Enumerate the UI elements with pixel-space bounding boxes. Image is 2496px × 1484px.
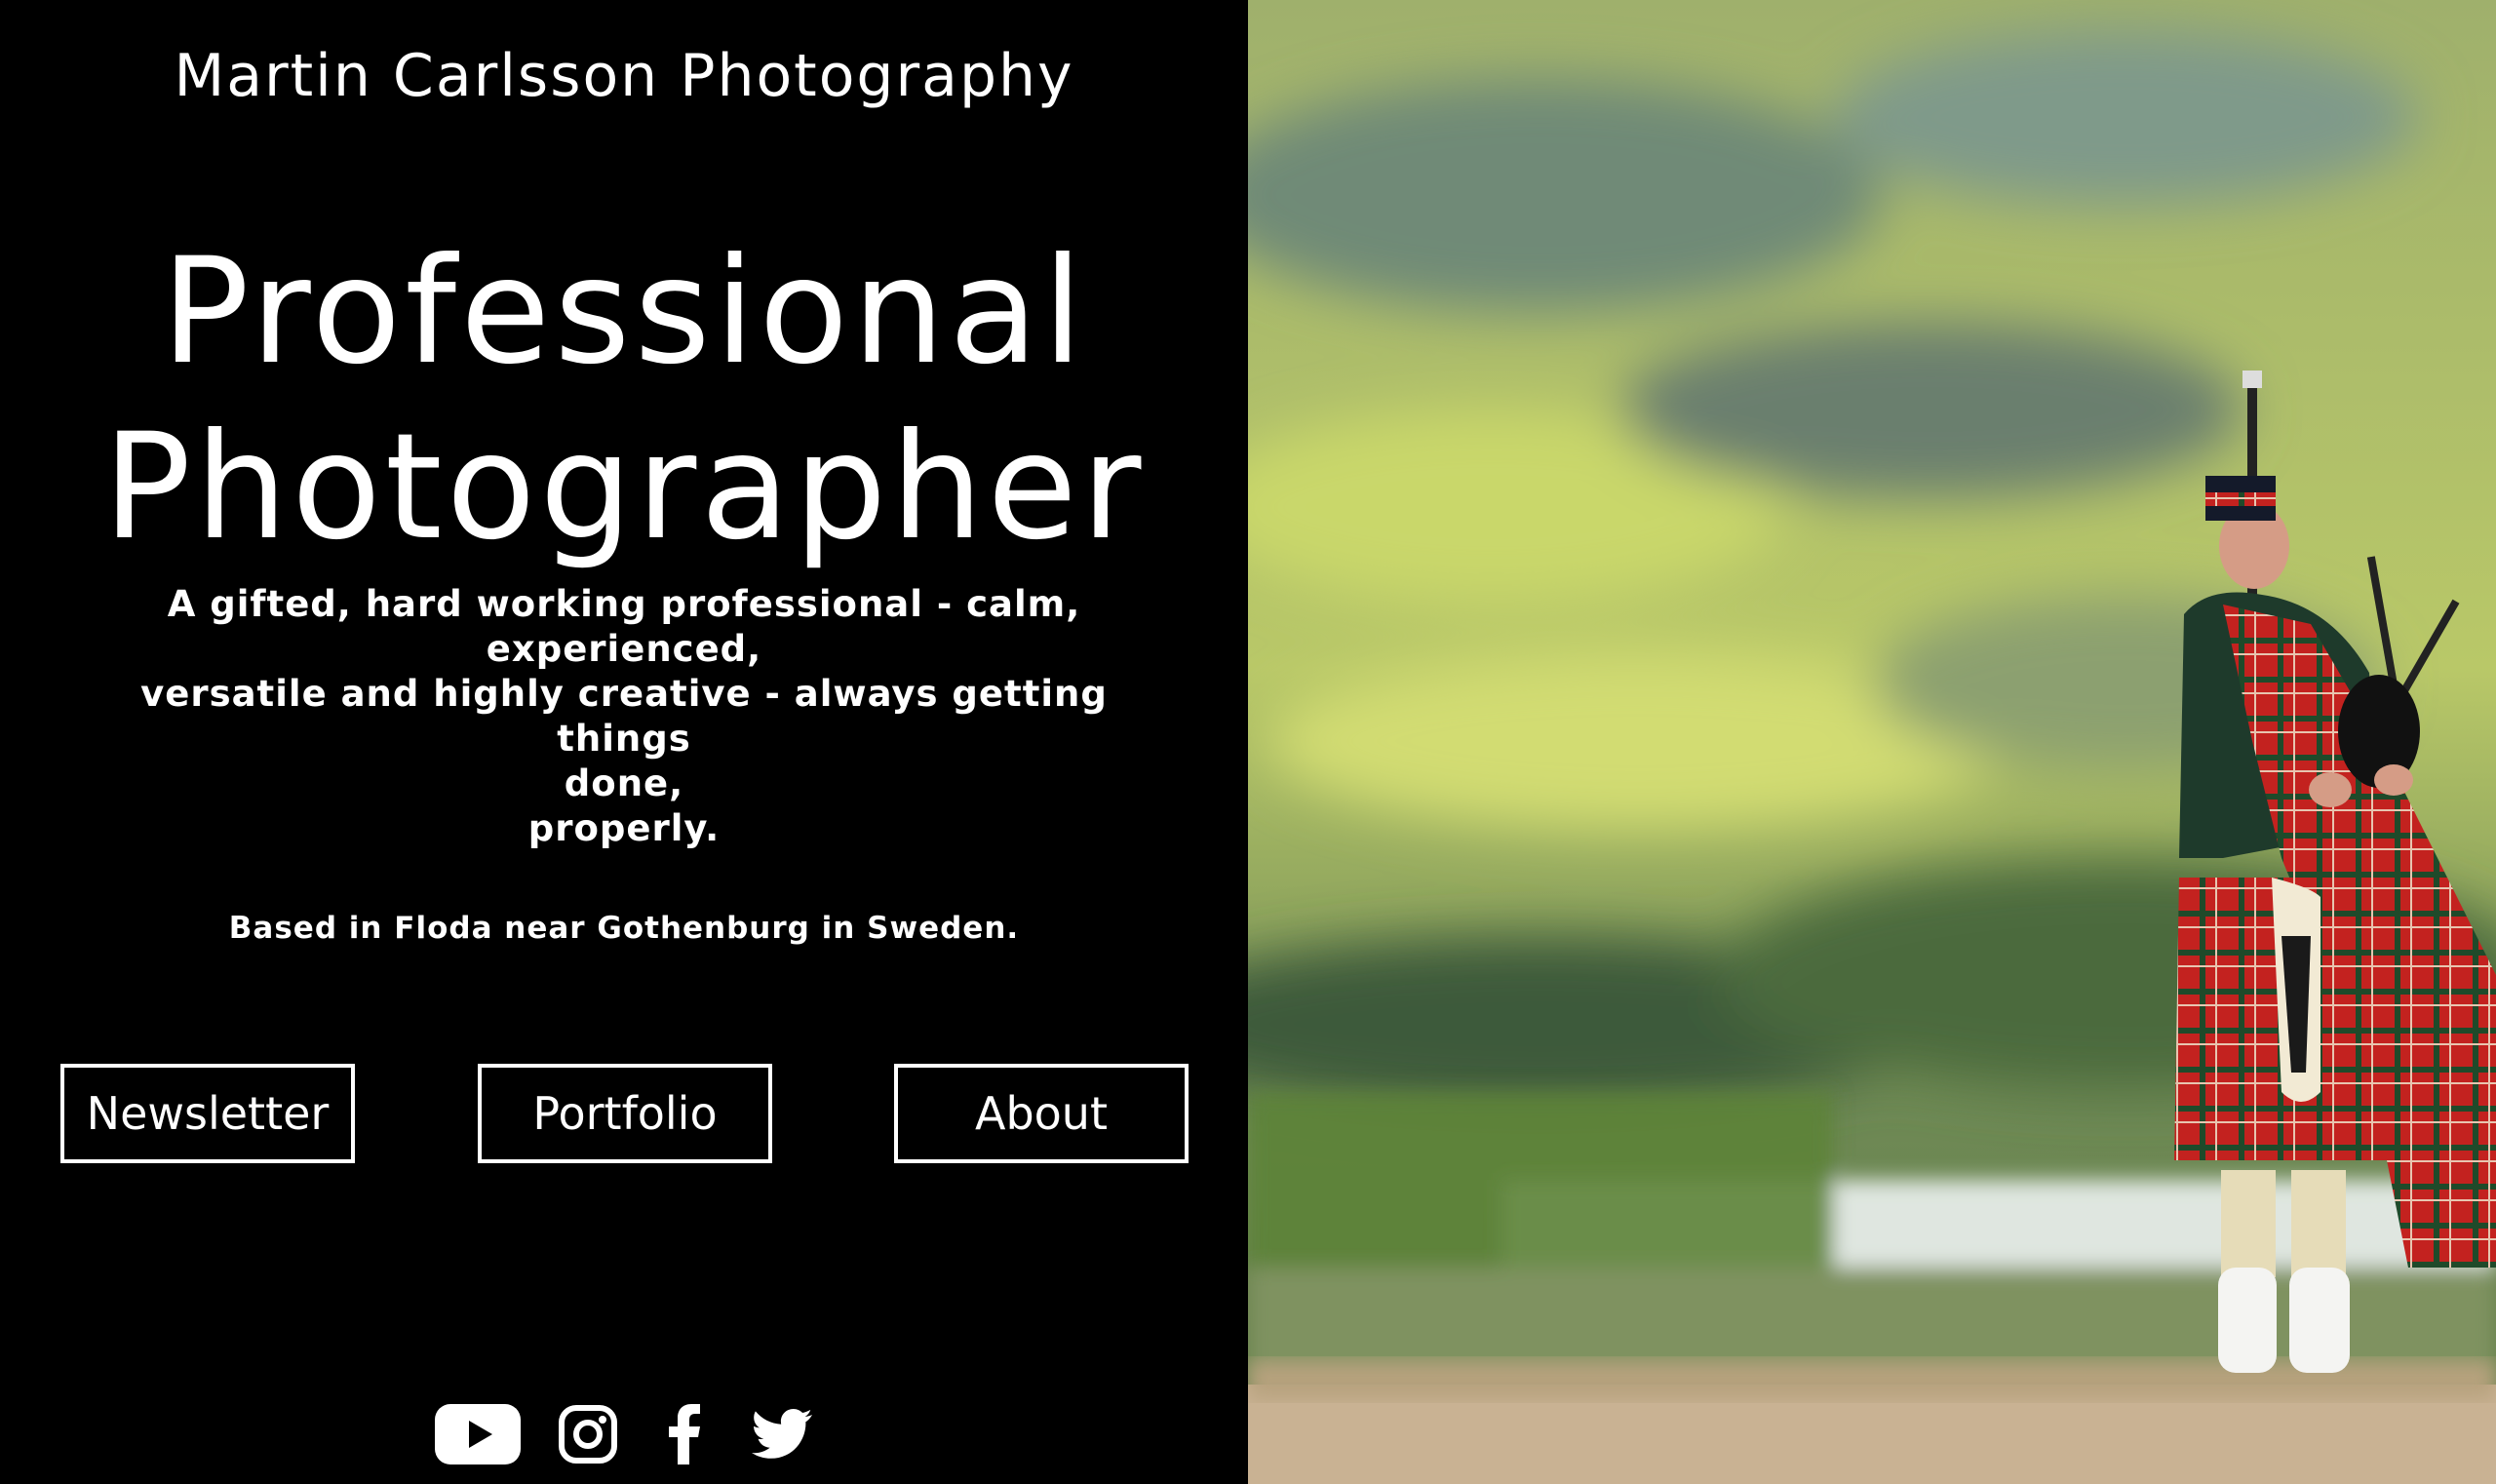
twitter-icon[interactable]: [751, 1402, 813, 1466]
intro-panel: Martin Carlsson Photography Professional…: [0, 0, 1248, 1484]
location-text: Based in Floda near Gothenburg in Sweden…: [228, 911, 1020, 946]
youtube-icon[interactable]: [435, 1402, 521, 1466]
about-button[interactable]: About: [894, 1064, 1189, 1163]
facebook-icon[interactable]: [665, 1402, 704, 1466]
tagline-line: versatile and highly creative - always g…: [140, 673, 1108, 760]
portfolio-button[interactable]: Portfolio: [478, 1064, 772, 1163]
newsletter-button[interactable]: Newsletter: [60, 1064, 355, 1163]
hero-title-line: Photographer: [102, 403, 1146, 572]
tagline: A gifted, hard working professional - ca…: [88, 582, 1160, 851]
site-name[interactable]: Martin Carlsson Photography: [0, 37, 1248, 115]
hero-title: Professional Photographer: [0, 224, 1248, 575]
tagline-line: experienced,: [486, 628, 762, 670]
hero-title-line: Professional: [161, 227, 1087, 397]
hero-photo: [1248, 0, 2496, 1484]
tagline-line: done,: [564, 762, 684, 804]
instagram-icon[interactable]: [556, 1402, 620, 1466]
tagline-line: A gifted, hard working professional - ca…: [167, 583, 1081, 625]
tagline-line: properly.: [527, 807, 721, 849]
